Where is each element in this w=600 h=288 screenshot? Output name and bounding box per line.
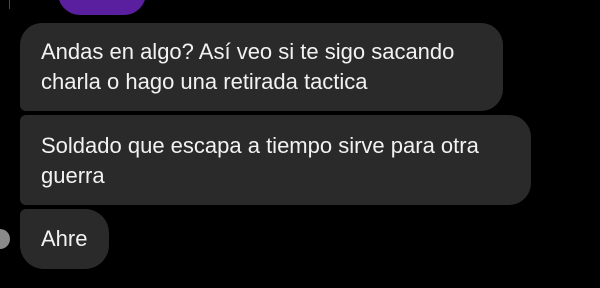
thread-divider [9, 0, 10, 9]
message-bubble[interactable]: Ahre [20, 209, 109, 269]
message-text-line: guerra [41, 163, 105, 188]
message-bubble[interactable]: Soldado que escapa a tiempo sirve para o… [20, 115, 531, 205]
message-text-line: Soldado que escapa a tiempo sirve para o… [41, 133, 479, 158]
previous-message-bubble[interactable] [58, 0, 146, 15]
message-text-line: charla o hago una retirada tactica [41, 69, 368, 94]
message-text-line: Andas en algo? Así veo si te sigo sacand… [41, 39, 455, 64]
avatar[interactable] [0, 229, 10, 249]
message-bubble[interactable]: Andas en algo? Así veo si te sigo sacand… [20, 23, 503, 111]
message-text-line: Ahre [41, 226, 88, 251]
